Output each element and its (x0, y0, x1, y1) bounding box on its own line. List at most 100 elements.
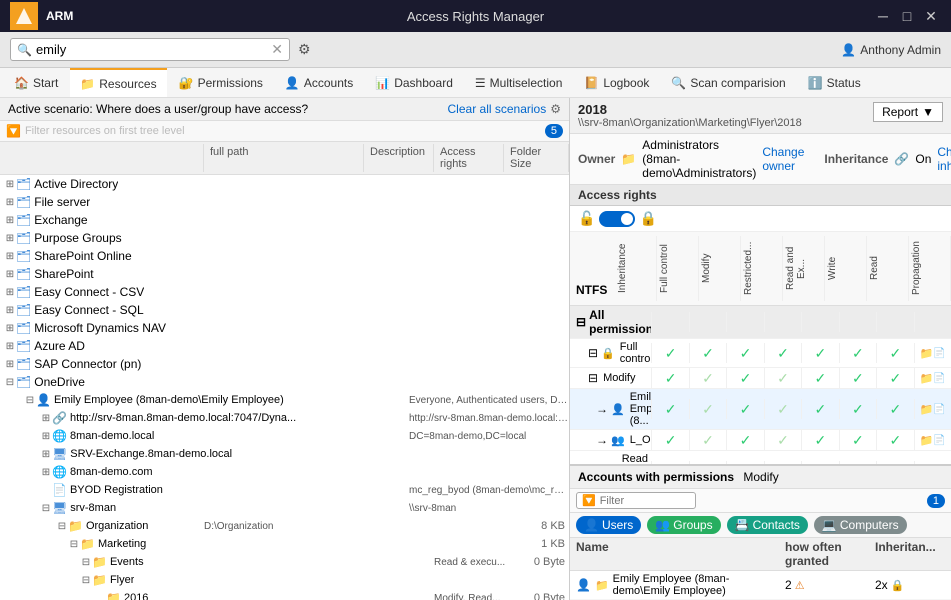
tree-row[interactable]: ⊟ 📁 Events Read & execu... 0 Byte (0, 553, 569, 571)
tree-row[interactable]: ⊞ 🌐 8man-demo.com (0, 463, 569, 481)
expander-icon[interactable]: ⊞ (4, 305, 16, 316)
col-name-header (0, 144, 204, 172)
nav-start[interactable]: 🏠 Start (4, 68, 68, 97)
folder-propagation: 📁 (920, 347, 934, 360)
tree-header: full path Description Access rights Fold… (0, 142, 569, 175)
accounts-table-row[interactable]: 👤 📁 Emily Employee (8man-demo\Emily Empl… (570, 571, 951, 600)
tree-row[interactable]: ⊟ 📁 Organization D:\Organization 8 KB (0, 517, 569, 535)
tab-computers[interactable]: 💻 Computers (814, 516, 907, 534)
tree-row[interactable]: ⊞ 🗂 SharePoint Online (0, 247, 569, 265)
expander-icon[interactable]: ⊞ (4, 215, 16, 226)
expander-icon[interactable]: ⊞ (4, 341, 16, 352)
nav-accounts[interactable]: 👤 Accounts (275, 68, 363, 97)
expander-icon[interactable]: ⊞ (40, 431, 52, 442)
search-clear-icon[interactable]: ✕ (271, 41, 283, 58)
expander-icon[interactable]: ⊞ (4, 233, 16, 244)
expander-icon[interactable]: ⊟ (56, 521, 68, 532)
expander-icon[interactable]: ⊞ (40, 413, 52, 424)
filter-funnel-icon: 🔽 (582, 494, 596, 507)
tree-row[interactable]: ⊞ 🗂 Active Directory (0, 175, 569, 193)
tree-row[interactable]: ⊟ 🗂 OneDrive (0, 373, 569, 391)
expander-icon[interactable]: ⊞ (40, 467, 52, 478)
nav-status[interactable]: ℹ️ Status (798, 68, 871, 97)
tree-row[interactable]: ⊞ 🗂 Purpose Groups (0, 229, 569, 247)
tree-row[interactable]: ⊞ 🗂 SAP Connector (pn) (0, 355, 569, 373)
link-icon: 🔗 (52, 411, 67, 425)
tab-contacts[interactable]: 📇 Contacts (727, 516, 808, 534)
tree-row[interactable]: ⊞ 🗂 SharePoint (0, 265, 569, 283)
search-settings-icon[interactable]: ⚙ (298, 41, 311, 58)
tree-row[interactable]: 📄 BYOD Registration mc_reg_byod (8man-de… (0, 481, 569, 499)
tab-groups[interactable]: 👥 Groups (647, 516, 720, 534)
expander-icon[interactable]: ⊟ (80, 557, 92, 568)
nav-logbook[interactable]: 📔 Logbook (574, 68, 659, 97)
tree-row[interactable]: ⊟ 🖥 srv-8man \\srv-8man (0, 499, 569, 517)
report-button[interactable]: Report ▼ (873, 102, 943, 122)
tree-row[interactable]: ⊟ 👤 Emily Employee (8man-demo\Emily Empl… (0, 391, 569, 409)
ntfs-lorg-row[interactable]: → 👥 L_Organization_Ma... ✓ ✓ ✓ ✓ ✓ ✓ ✓ 📁… (570, 430, 951, 451)
section-expand-icon[interactable]: ⊟ (576, 315, 586, 329)
ntfs-col-write: Write (825, 236, 867, 301)
expander-icon[interactable]: ⊟ (40, 503, 52, 514)
expander-icon[interactable]: ⊟ (4, 377, 16, 388)
nav-scan-comparison[interactable]: 🔍 Scan comparision (661, 68, 795, 97)
emily-name: Emily Employee (8man-demo\Emily Employee… (613, 573, 785, 597)
tree-row[interactable]: ⊞ 🗂 Easy Connect - CSV (0, 283, 569, 301)
folder-prop3: 📁 (920, 403, 934, 416)
ntfs-modify-row[interactable]: ⊟ Modify ✓ ✓ ✓ ✓ ✓ ✓ ✓ 📁 📄 (570, 368, 951, 389)
tree-row[interactable]: ⊞ 🗂 Azure AD (0, 337, 569, 355)
ntfs-col-full: Full control (657, 236, 699, 301)
tree-row[interactable]: ⊞ 🗂 Exchange (0, 211, 569, 229)
clear-all-link[interactable]: Clear all scenarios (448, 102, 547, 116)
tree-row[interactable]: 📁 2016 Modify, Read... 0 Byte (0, 589, 569, 600)
col-path-header[interactable]: full path (204, 144, 364, 172)
multiselection-icon: ☰ (475, 76, 486, 90)
search-input-wrap: 🔍 ✕ (10, 38, 290, 61)
tree-row[interactable]: ⊞ 🔗 http://srv-8man.8man-demo.local:7047… (0, 409, 569, 427)
tree-row[interactable]: ⊞ 🗂 File server (0, 193, 569, 211)
acc-inherit-header[interactable]: Inheritan... (875, 540, 945, 568)
col-access-header[interactable]: Access rights (434, 144, 504, 172)
nav-permissions[interactable]: 🔐 Permissions (169, 68, 273, 97)
accounts-filter-field[interactable] (600, 495, 680, 507)
nav-resources[interactable]: 📁 Resources (70, 68, 166, 97)
change-inheritance-link[interactable]: Change inheritance (937, 145, 951, 173)
ntfs-emily-row[interactable]: → 👤 Emily Employee (8... ✓ ✓ ✓ ✓ ✓ ✓ ✓ 📁… (570, 389, 951, 430)
access-rights-tab[interactable]: Access rights (570, 185, 951, 206)
expander-icon[interactable]: ⊞ (4, 359, 16, 370)
expander-icon[interactable]: ⊞ (4, 323, 16, 334)
ntfs-section[interactable]: NTFS Inheritance Full control Modify Res… (570, 232, 951, 464)
col-size-header[interactable]: Folder Size (504, 144, 569, 172)
toggle-switch[interactable] (599, 211, 635, 227)
expander-icon[interactable]: ⊟ (24, 395, 36, 406)
expander-icon[interactable]: ⊞ (4, 269, 16, 280)
ntfs-read-exec-row[interactable]: → 🔒 Read and Execute 📁 📄 (570, 451, 951, 464)
nav-dashboard[interactable]: 📊 Dashboard (365, 68, 463, 97)
close-button[interactable]: ✕ (921, 6, 941, 26)
tree-row[interactable]: ⊟ 📁 Marketing 1 KB (0, 535, 569, 553)
expander-icon[interactable]: ⊞ (4, 179, 16, 190)
expander-icon[interactable]: ⊟ (68, 539, 80, 550)
ntfs-full-control-row[interactable]: ⊟ 🔒 Full control ✓ ✓ ✓ ✓ ✓ ✓ ✓ 📁 📄 (570, 339, 951, 368)
acc-name-header[interactable]: Name (576, 540, 785, 568)
expander-icon[interactable]: ⊞ (4, 251, 16, 262)
search-input[interactable] (36, 42, 267, 57)
tab-users[interactable]: 👤 Users (576, 516, 641, 534)
expander-icon[interactable]: ⊞ (4, 197, 16, 208)
maximize-button[interactable]: □ (897, 6, 917, 26)
tree-row[interactable]: ⊞ 🖥 SRV-Exchange.8man-demo.local (0, 445, 569, 463)
minimize-button[interactable]: ─ (873, 6, 893, 26)
expander-icon[interactable]: ⊟ (80, 575, 92, 586)
scenario-gear-icon[interactable]: ⚙ (550, 102, 561, 116)
expander-icon[interactable]: ⊞ (40, 449, 52, 460)
tree-row[interactable]: ⊟ 📁 Flyer (0, 571, 569, 589)
tree-row[interactable]: ⊞ 🗂 Microsoft Dynamics NAV (0, 319, 569, 337)
col-desc-header[interactable]: Description (364, 144, 434, 172)
change-owner-link[interactable]: Change owner (762, 145, 804, 173)
tree-row[interactable]: ⊞ 🌐 8man-demo.local DC=8man-demo,DC=loca… (0, 427, 569, 445)
acc-granted-header[interactable]: how often granted (785, 540, 875, 568)
expander-icon[interactable]: ⊞ (4, 287, 16, 298)
tree-row[interactable]: ⊞ 🗂 Easy Connect - SQL (0, 301, 569, 319)
tree-content[interactable]: ⊞ 🗂 Active Directory ⊞ 🗂 File server ⊞ 🗂… (0, 175, 569, 600)
nav-multiselection[interactable]: ☰ Multiselection (465, 68, 572, 97)
